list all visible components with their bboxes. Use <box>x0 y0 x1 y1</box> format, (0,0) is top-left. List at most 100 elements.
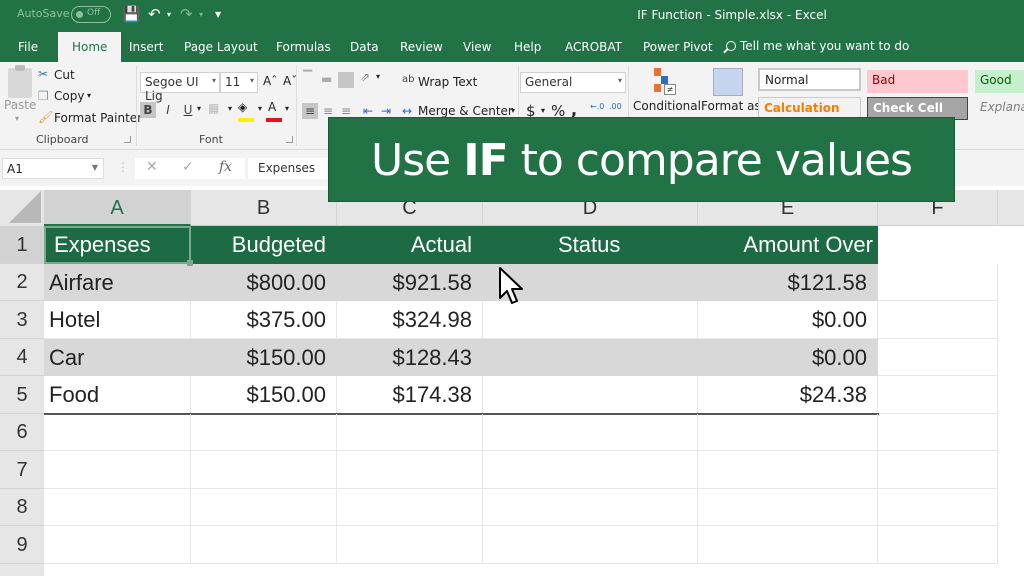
row-header-5[interactable]: 5 <box>0 376 44 414</box>
copy-button[interactable]: Copy <box>54 89 84 103</box>
cell-budgeted[interactable]: $150.00 <box>191 376 337 414</box>
select-all-button[interactable] <box>0 190 44 226</box>
cell-empty[interactable] <box>698 414 878 451</box>
increase-font-icon[interactable]: Aˆ <box>263 74 277 88</box>
cancel-icon[interactable]: ✕ <box>146 159 158 175</box>
borders-dropdown-icon[interactable]: ▾ <box>228 104 232 113</box>
cell-amount-over[interactable]: $0.00 <box>698 301 878 339</box>
align-middle-icon[interactable]: ▬ <box>321 72 332 86</box>
style-explanatory[interactable]: Explanatory... <box>975 97 1024 120</box>
name-box[interactable]: A1 ▼ <box>2 158 104 179</box>
paste-dropdown-icon[interactable]: ▾ <box>15 114 19 123</box>
cell-empty[interactable] <box>44 451 191 489</box>
tab-page-layout[interactable]: Page Layout <box>184 40 258 54</box>
tab-view[interactable]: View <box>463 40 491 54</box>
row-header-9[interactable]: 9 <box>0 526 44 564</box>
cell-empty[interactable] <box>44 414 191 451</box>
row-header-1[interactable]: 1 <box>0 226 44 264</box>
paste-icon[interactable] <box>8 65 32 98</box>
conditional-formatting-button[interactable]: Conditional <box>633 99 701 113</box>
clipboard-launcher[interactable] <box>124 136 131 143</box>
style-normal[interactable]: Normal <box>758 68 861 91</box>
cell-amount-over[interactable]: $121.58 <box>698 264 878 301</box>
cell-empty[interactable] <box>337 414 483 451</box>
format-painter-button[interactable]: Format Painter <box>54 111 142 125</box>
cell-actual[interactable]: $324.98 <box>337 301 483 339</box>
fill-dropdown-icon[interactable]: ▾ <box>258 104 262 113</box>
cell-empty[interactable] <box>698 526 878 564</box>
style-bad[interactable]: Bad <box>867 70 968 93</box>
column-header-a[interactable]: A <box>44 190 191 226</box>
row-header-2[interactable]: 2 <box>0 264 44 301</box>
bold-button[interactable]: B <box>140 102 156 118</box>
tab-file[interactable]: File <box>18 40 38 54</box>
cell-amount-over[interactable]: $0.00 <box>698 339 878 376</box>
cell-amount-over[interactable]: $24.38 <box>698 376 878 414</box>
font-name-select[interactable]: Segoe UI Lig ▾ <box>140 72 220 103</box>
cell-status[interactable] <box>483 376 698 414</box>
align-bottom-icon[interactable] <box>338 72 354 88</box>
cell-empty[interactable] <box>878 264 998 301</box>
cell-empty[interactable] <box>337 489 483 526</box>
decrease-decimal-icon[interactable]: .00 <box>609 102 622 111</box>
column-header-b[interactable]: B <box>191 190 337 226</box>
cell-empty[interactable] <box>191 451 337 489</box>
row-header-4[interactable]: 4 <box>0 339 44 376</box>
cell-budgeted[interactable]: $150.00 <box>191 339 337 376</box>
font-size-select[interactable]: 11 ▾ <box>220 72 258 93</box>
cell-empty[interactable] <box>878 301 998 339</box>
fill-color-icon[interactable]: ◈ <box>238 100 247 114</box>
row-header-7[interactable]: 7 <box>0 451 44 489</box>
cell-empty[interactable] <box>698 489 878 526</box>
tab-home[interactable]: Home <box>58 32 122 62</box>
cell-empty[interactable] <box>483 489 698 526</box>
font-color-icon[interactable]: A <box>268 100 276 114</box>
format-as-table-button[interactable]: Format as <box>701 99 761 113</box>
cell-empty[interactable] <box>878 489 998 526</box>
tab-power-pivot[interactable]: Power Pivot <box>643 40 713 54</box>
font-color-dropdown-icon[interactable]: ▾ <box>285 104 289 113</box>
underline-dropdown-icon[interactable]: ▾ <box>197 104 201 113</box>
increase-decimal-icon[interactable]: ←.0 <box>590 102 604 111</box>
cell-empty[interactable] <box>191 526 337 564</box>
tab-insert[interactable]: Insert <box>129 40 163 54</box>
formula-input[interactable]: Expenses <box>248 158 338 179</box>
cell-empty[interactable] <box>191 489 337 526</box>
cell-empty[interactable] <box>483 526 698 564</box>
orientation-dropdown-icon[interactable]: ▾ <box>376 72 380 81</box>
merge-center-button[interactable]: Merge & Center <box>418 104 513 118</box>
cell-expense[interactable]: Hotel <box>44 301 191 339</box>
tab-formulas[interactable]: Formulas <box>276 40 331 54</box>
underline-button[interactable]: U <box>180 102 196 118</box>
cut-button[interactable]: Cut <box>54 68 75 82</box>
header-cell-actual[interactable]: Actual <box>337 226 483 264</box>
cell-budgeted[interactable]: $800.00 <box>191 264 337 301</box>
align-top-icon[interactable]: ▔ <box>303 70 312 84</box>
cell-empty[interactable] <box>483 414 698 451</box>
header-cell-amount-over[interactable]: Amount Over <box>698 226 878 264</box>
row-header-10[interactable] <box>0 564 44 576</box>
header-cell-budgeted[interactable]: Budgeted <box>191 226 337 264</box>
cell-expense[interactable]: Car <box>44 339 191 376</box>
cell-expense[interactable]: Food <box>44 376 191 414</box>
cell-empty[interactable] <box>44 489 191 526</box>
cell-empty[interactable] <box>878 451 998 489</box>
cell-empty[interactable] <box>698 451 878 489</box>
cell-actual[interactable]: $128.43 <box>337 339 483 376</box>
cell-status[interactable] <box>483 339 698 376</box>
drag-handle-icon[interactable]: ⋮ <box>117 160 129 174</box>
currency-dropdown-icon[interactable]: ▾ <box>541 106 545 115</box>
cell-empty[interactable] <box>44 526 191 564</box>
cell-actual[interactable]: $174.38 <box>337 376 483 414</box>
header-cell-expenses[interactable]: Expenses <box>44 226 191 264</box>
tab-data[interactable]: Data <box>350 40 379 54</box>
cell-actual[interactable]: $921.58 <box>337 264 483 301</box>
enter-icon[interactable]: ✓ <box>182 159 194 175</box>
tab-help[interactable]: Help <box>514 40 541 54</box>
tell-me-search[interactable]: Tell me what you want to do <box>726 39 909 53</box>
cell-empty[interactable] <box>878 414 998 451</box>
orientation-icon[interactable]: ⇗ <box>360 70 370 84</box>
borders-icon[interactable]: ▦ <box>208 101 219 115</box>
number-format-select[interactable]: General ▾ <box>520 72 626 93</box>
cell-empty[interactable] <box>191 414 337 451</box>
